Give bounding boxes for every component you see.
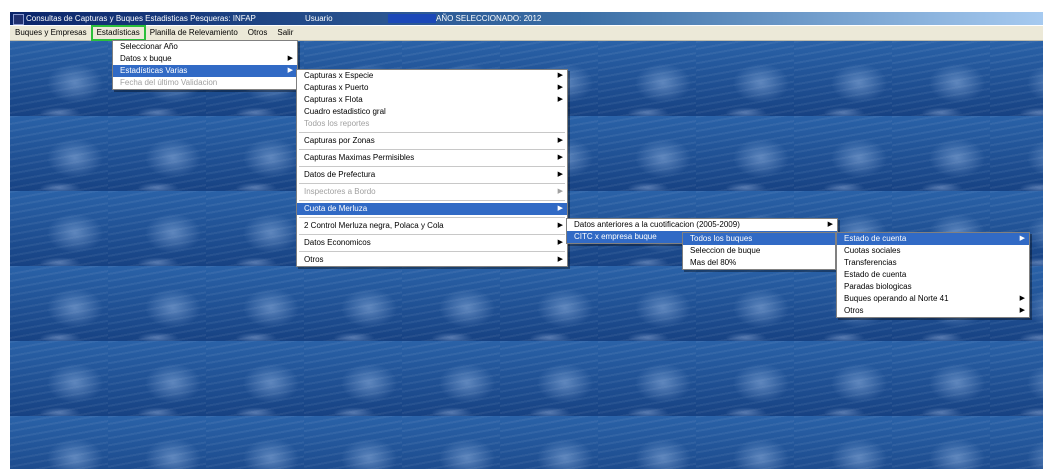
menu-item-label: Datos x buque (120, 54, 172, 63)
menu-item-estado-cuenta[interactable]: Estado de cuenta ▶ (837, 233, 1029, 245)
menu-item-label: Capturas x Especie (304, 71, 374, 80)
menu-item-otros-2[interactable]: Otros ▶ (837, 305, 1029, 317)
menu-item-todos-buques[interactable]: Todos los buques (683, 233, 835, 245)
menu-item-paradas-biologicas[interactable]: Paradas biologicas (837, 281, 1029, 293)
menu-item-label: Otros (304, 255, 324, 264)
menu-item-label: Seleccion de buque (690, 246, 761, 255)
menu-item-capturas-maximas[interactable]: Capturas Maximas Permisibles ▶ (297, 152, 567, 164)
menu-item-todos-reportes: Todos los reportes (297, 118, 567, 130)
submenu-arrow-icon: ▶ (557, 96, 563, 103)
menu-item-label: Estado de cuenta (844, 234, 907, 243)
submenu-arrow-icon: ▶ (557, 256, 563, 263)
menu-separator (299, 234, 565, 235)
submenu-arrow-icon: ▶ (557, 154, 563, 161)
menu-item-label: Capturas por Zonas (304, 136, 375, 145)
menu-item-label: Cuadro estadistico gral (304, 107, 386, 116)
menu-item-label: Cuota de Merluza (304, 204, 368, 213)
estadisticas-menu: Seleccionar Año Datos x buque ▶ Estadísti… (112, 40, 298, 90)
window-title: Consultas de Capturas y Buques Estadisti… (26, 14, 256, 23)
menu-separator (299, 149, 565, 150)
menu-buques-empresas[interactable]: Buques y Empresas (10, 26, 92, 40)
menu-planilla-relevamiento[interactable]: Planilla de Relevamiento (145, 26, 243, 40)
submenu-arrow-icon: ▶ (557, 137, 563, 144)
menu-separator (299, 132, 565, 133)
menu-item-label: Estadísticas Varias (120, 66, 188, 75)
menu-item-label: Otros (844, 306, 864, 315)
menu-separator (299, 251, 565, 252)
menu-item-datos-prefectura[interactable]: Datos de Prefectura ▶ (297, 169, 567, 181)
menu-item-label: Capturas x Flota (304, 95, 363, 104)
menu-item-datos-buque[interactable]: Datos x buque ▶ (113, 53, 297, 65)
menu-salir[interactable]: Salir (272, 26, 298, 40)
menu-item-label: Capturas x Puerto (304, 83, 369, 92)
menu-item-label: Mas del 80% (690, 258, 737, 267)
submenu-arrow-icon: ▶ (827, 221, 833, 228)
todos-buques-menu: Estado de cuenta ▶ Cuotas sociales Transf… (836, 232, 1030, 318)
submenu-arrow-icon: ▶ (557, 222, 563, 229)
menu-item-capturas-flota[interactable]: Capturas x Flota ▶ (297, 94, 567, 106)
menu-item-datos-economicos[interactable]: Datos Economicos ▶ (297, 237, 567, 249)
citc-menu: Todos los buques Seleccion de buque Mas … (682, 232, 836, 270)
menu-item-label: 2 Control Merluza negra, Polaca y Cola (304, 221, 444, 230)
menu-otros[interactable]: Otros (243, 26, 273, 40)
estadisticas-varias-menu: Capturas x Especie ▶ Capturas x Puerto ▶ C… (296, 69, 568, 267)
menu-item-label: Paradas biologicas (844, 282, 912, 291)
menu-item-capturas-especie[interactable]: Capturas x Especie ▶ (297, 70, 567, 82)
user-badge (388, 14, 436, 23)
menu-item-control-merluza[interactable]: 2 Control Merluza negra, Polaca y Cola ▶ (297, 220, 567, 232)
menu-item-label: Inspectores a Bordo (304, 187, 376, 196)
menu-item-datos-anteriores[interactable]: Datos anteriores a la cuotificacion (200… (567, 219, 837, 231)
selected-year: AÑO SELECCIONADO: 2012 (436, 14, 542, 23)
submenu-arrow-icon: ▶ (557, 72, 563, 79)
submenu-arrow-icon: ▶ (557, 239, 563, 246)
menu-item-inspectores-bordo: Inspectores a Bordo ▶ (297, 186, 567, 198)
menu-item-buques-norte-41[interactable]: Buques operando al Norte 41 ▶ (837, 293, 1029, 305)
menu-separator (299, 183, 565, 184)
menu-item-cuotas-sociales[interactable]: Cuotas sociales (837, 245, 1029, 257)
menu-item-label: CITC x empresa buque (574, 232, 657, 241)
submenu-arrow-icon: ▶ (557, 205, 563, 212)
menu-item-label: Datos de Prefectura (304, 170, 376, 179)
menu-item-label: Todos los buques (690, 234, 753, 243)
menu-item-fecha-validacion: Fecha del último Validacion (113, 77, 297, 89)
menu-item-label: Capturas Maximas Permisibles (304, 153, 415, 162)
menu-item-label: Fecha del último Validacion (120, 78, 218, 87)
menu-item-label: Seleccionar Año (120, 42, 178, 51)
title-bar: Consultas de Capturas y Buques Estadisti… (10, 12, 1043, 25)
menu-item-label: Buques operando al Norte 41 (844, 294, 949, 303)
app-icon (13, 14, 24, 25)
menu-separator (299, 217, 565, 218)
menu-item-estadisticas-varias[interactable]: Estadísticas Varias ▶ (113, 65, 297, 77)
menu-item-label: Transferencias (844, 258, 897, 267)
submenu-arrow-icon: ▶ (557, 84, 563, 91)
submenu-arrow-icon: ▶ (557, 188, 563, 195)
menu-item-transferencias[interactable]: Transferencias (837, 257, 1029, 269)
menu-item-label: Cuotas sociales (844, 246, 901, 255)
submenu-arrow-icon: ▶ (1019, 307, 1025, 314)
menu-item-cuadro-estadistico[interactable]: Cuadro estadistico gral (297, 106, 567, 118)
submenu-arrow-icon: ▶ (287, 67, 293, 74)
submenu-arrow-icon: ▶ (1019, 295, 1025, 302)
menu-item-otros[interactable]: Otros ▶ (297, 254, 567, 266)
menu-estadisticas[interactable]: Estadísticas (90, 25, 146, 41)
menu-separator (299, 166, 565, 167)
submenu-arrow-icon: ▶ (287, 55, 293, 62)
menu-item-label: Datos anteriores a la cuotificacion (200… (574, 220, 740, 229)
menu-item-label: Estado de cuenta (844, 270, 907, 279)
submenu-arrow-icon: ▶ (1019, 235, 1025, 242)
menu-item-estado-cuenta-2[interactable]: Estado de cuenta (837, 269, 1029, 281)
menu-separator (299, 200, 565, 201)
user-label: Usuario (305, 14, 333, 23)
menu-item-mas-80[interactable]: Mas del 80% (683, 257, 835, 269)
menu-item-label: Todos los reportes (304, 119, 370, 128)
menu-item-capturas-zonas[interactable]: Capturas por Zonas ▶ (297, 135, 567, 147)
menu-item-cuota-merluza[interactable]: Cuota de Merluza ▶ (297, 203, 567, 215)
submenu-arrow-icon: ▶ (557, 171, 563, 178)
menu-item-seleccionar-ano[interactable]: Seleccionar Año (113, 41, 297, 53)
menu-item-seleccion-buque[interactable]: Seleccion de buque (683, 245, 835, 257)
menu-bar: Buques y Empresas Estadísticas Planilla … (10, 25, 1043, 41)
menu-item-capturas-puerto[interactable]: Capturas x Puerto ▶ (297, 82, 567, 94)
menu-item-label: Datos Economicos (304, 238, 371, 247)
